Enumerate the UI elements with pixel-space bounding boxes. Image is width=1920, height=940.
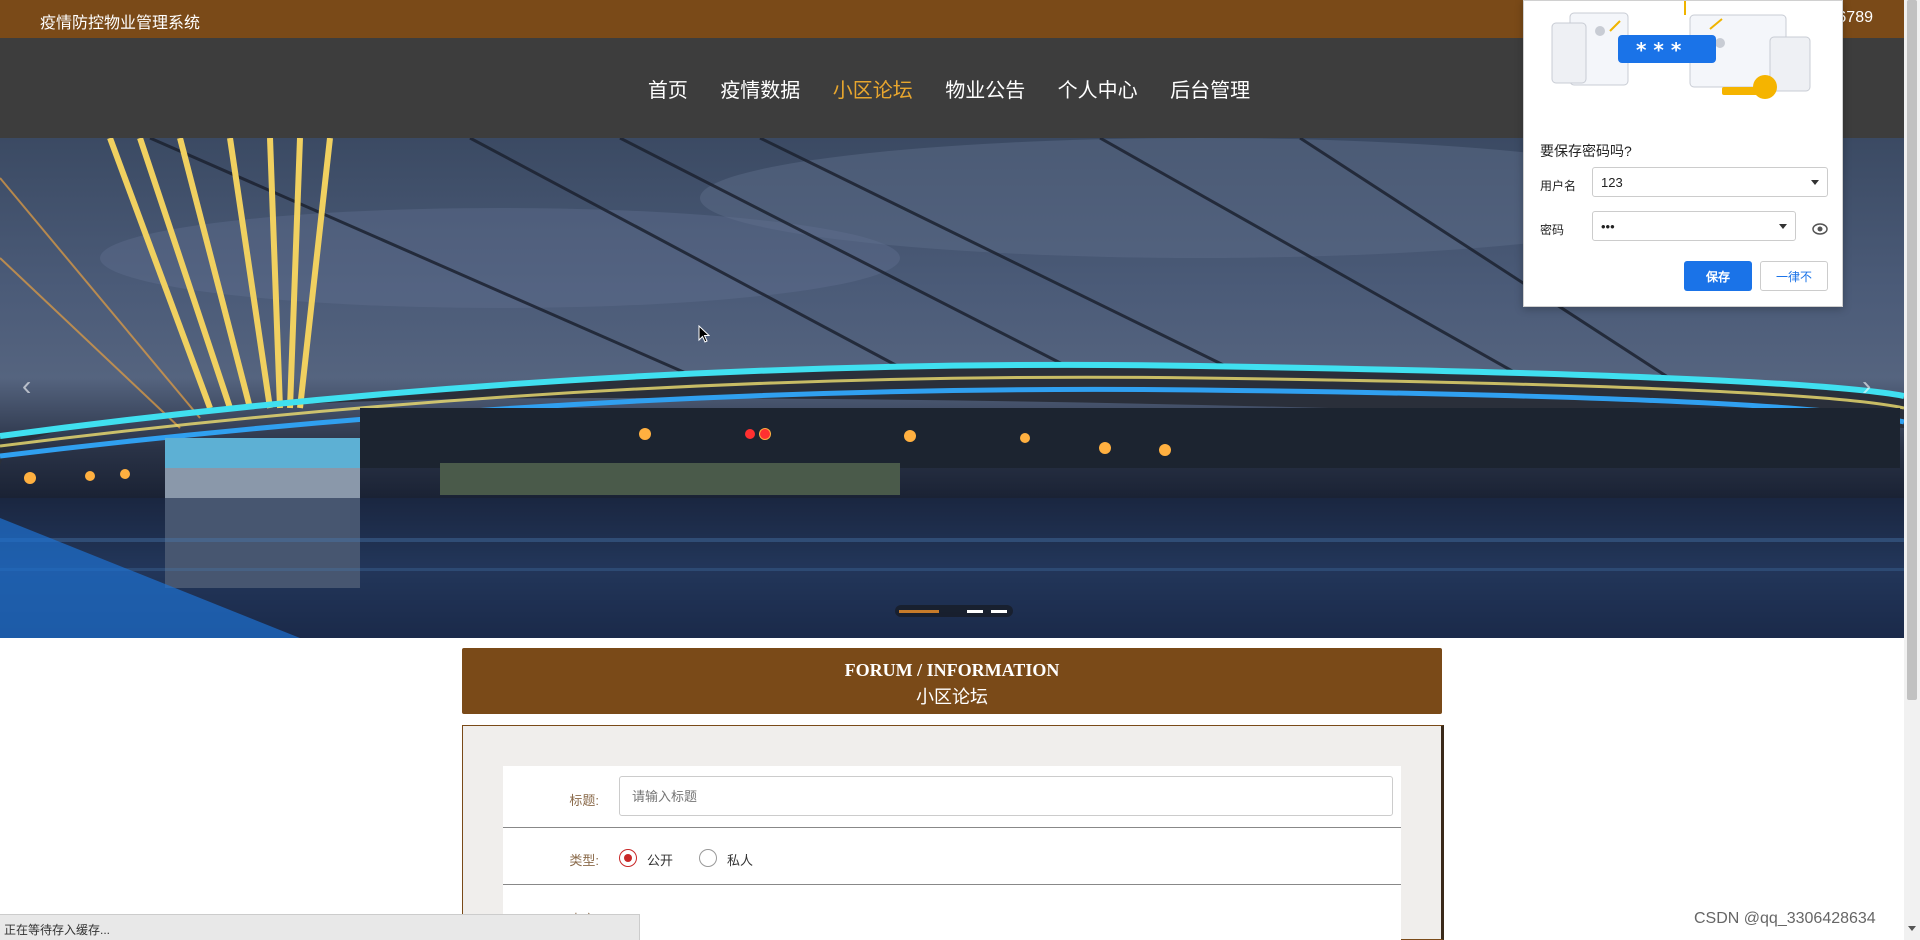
never-save-button[interactable]: 一律不 <box>1760 261 1828 291</box>
forum-form-panel: 标题: 类型: 公开 私人 内容: <box>462 725 1444 940</box>
save-password-question: 要保存密码吗? <box>1540 143 1632 159</box>
carousel-prev-icon[interactable]: ‹ <box>22 370 42 401</box>
carousel-dot-3[interactable] <box>991 610 1007 613</box>
scrollbar-thumb[interactable] <box>1907 0 1917 700</box>
page-scrollbar[interactable] <box>1904 0 1920 940</box>
password-value: ••• <box>1601 219 1615 234</box>
password-label: 密码 <box>1540 223 1565 237</box>
save-password-button[interactable]: 保存 <box>1684 261 1752 291</box>
carousel-indicators <box>895 605 1013 617</box>
nav-item-personal-center[interactable]: 个人中心 <box>1058 74 1138 103</box>
carousel-next-icon[interactable]: › <box>1862 370 1882 401</box>
username-value: 123 <box>1601 175 1623 190</box>
forum-header: FORUM / INFORMATION 小区论坛 <box>462 648 1442 714</box>
title-input[interactable] <box>619 776 1393 816</box>
type-label: 类型: <box>569 853 599 868</box>
username-label: 用户名 <box>1540 179 1577 193</box>
radio-private-label[interactable]: 私人 <box>727 850 753 869</box>
mouse-cursor-icon <box>698 325 710 343</box>
save-password-popup: * * * 要保存密码吗? 用户名 123 密码 ••• 保存 一律不 <box>1523 0 1843 307</box>
carousel-dot-1[interactable] <box>899 610 939 613</box>
radio-public-label[interactable]: 公开 <box>647 850 673 869</box>
browser-status-bar: 正在等待存入缓存... <box>0 914 640 940</box>
form-row-title: 标题: <box>503 766 1401 828</box>
password-field[interactable]: ••• <box>1592 211 1796 241</box>
watermark: CSDN @qq_3306428634 <box>1694 910 1876 927</box>
nav-item-announcements[interactable]: 物业公告 <box>945 74 1025 103</box>
nav-item-home[interactable]: 首页 <box>648 74 688 103</box>
nav-item-epidemic-data[interactable]: 疫情数据 <box>720 74 800 103</box>
eye-icon[interactable] <box>1812 223 1828 235</box>
chevron-down-icon[interactable] <box>1811 180 1819 185</box>
svg-text:* * *: * * * <box>1636 38 1682 62</box>
radio-private[interactable] <box>699 849 717 867</box>
username-field[interactable]: 123 <box>1592 167 1828 197</box>
system-title: 疫情防控物业管理系统 <box>40 15 201 32</box>
forum-title-en: FORUM / INFORMATION <box>844 660 1060 680</box>
password-illustration: * * * <box>1551 1 1811 99</box>
forum-title-cn: 小区论坛 <box>916 687 988 707</box>
nav-item-admin[interactable]: 后台管理 <box>1170 74 1250 103</box>
form-row-type: 类型: 公开 私人 <box>503 829 1401 885</box>
scroll-down-icon[interactable] <box>1908 926 1916 931</box>
radio-public[interactable] <box>619 849 637 867</box>
chevron-down-icon[interactable] <box>1779 224 1787 229</box>
carousel-dot-2[interactable] <box>967 610 983 613</box>
nav-item-forum[interactable]: 小区论坛 <box>833 74 913 103</box>
title-label: 标题: <box>569 793 599 808</box>
